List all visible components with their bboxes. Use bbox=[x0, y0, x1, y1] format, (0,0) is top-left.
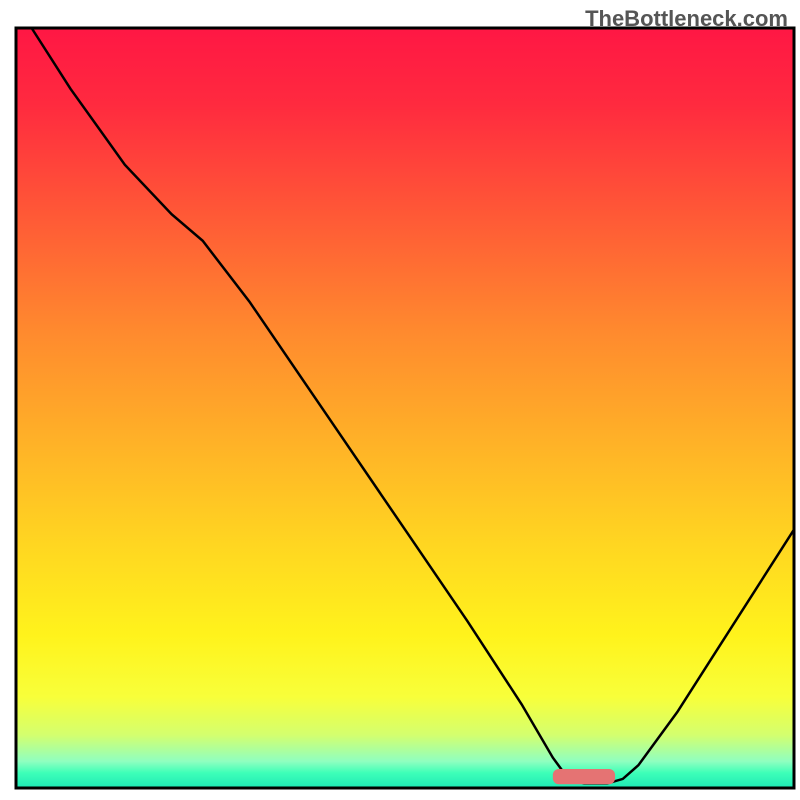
plot-area bbox=[16, 28, 794, 788]
optimal-marker bbox=[553, 769, 615, 784]
watermark-text: TheBottleneck.com bbox=[585, 6, 788, 32]
chart-svg bbox=[0, 0, 800, 800]
chart-container: TheBottleneck.com bbox=[0, 0, 800, 800]
